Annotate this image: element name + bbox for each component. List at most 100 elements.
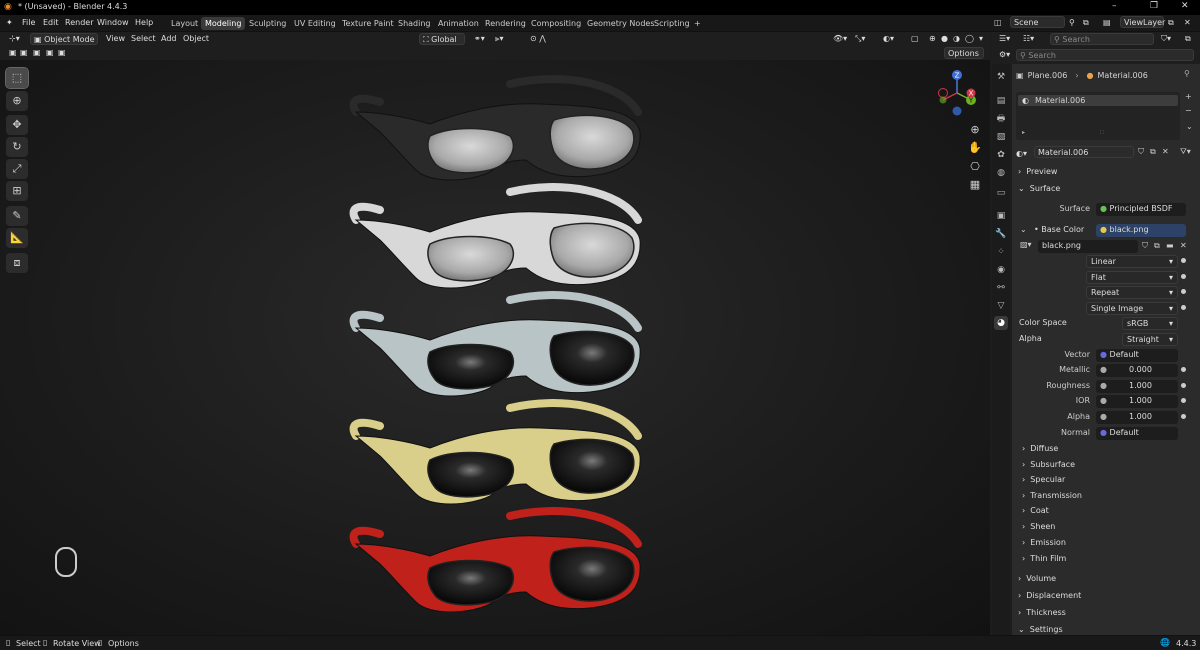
snap-icon[interactable]: ⫸▾ — [492, 33, 507, 45]
slot-expand-icon[interactable]: ▸ — [1022, 129, 1025, 136]
constraints-tab-icon[interactable]: ⚯ — [994, 281, 1008, 295]
select-mode-subtract-icon[interactable]: ▣ — [30, 47, 44, 59]
pan-hand-icon[interactable]: ✋ — [966, 140, 984, 156]
add-workspace-button[interactable]: + — [690, 17, 705, 30]
duplicate-material-icon[interactable]: ⧉ — [1150, 147, 1156, 157]
sheen-subpanel[interactable]: › Sheen — [1022, 522, 1055, 531]
sunglasses-model[interactable] — [349, 183, 642, 289]
object-mode-dropdown[interactable]: ▣ Object Mode — [30, 33, 98, 45]
tool-tab-icon[interactable]: ⚒ — [994, 70, 1008, 84]
metallic-keyframe-dot[interactable] — [1181, 367, 1186, 372]
sunglasses-scene[interactable] — [340, 72, 660, 612]
menu-render[interactable]: Render — [65, 18, 93, 27]
collection-tab-icon[interactable]: ▭ — [994, 186, 1008, 200]
3d-viewport[interactable]: ⬚ ⊕ ✥ ↻ ⤢ ⊞ ✎ 📐 ⧈ Z Y X ⊕ ✋ ⎔ ▦ — [0, 60, 990, 635]
remove-viewlayer-icon[interactable]: ✕ — [1184, 18, 1191, 27]
emission-subpanel[interactable]: › Emission — [1022, 538, 1066, 547]
roughness-field[interactable]: ● 1.000 — [1096, 380, 1178, 393]
alpha-field[interactable]: ● 1.000 — [1096, 411, 1178, 424]
roughness-keyframe-dot[interactable] — [1181, 383, 1186, 388]
node-tree-icon[interactable]: ⛛▾ — [1180, 147, 1191, 157]
scale-tool-icon[interactable]: ⤢ — [6, 159, 28, 179]
settings-panel-header[interactable]: ⌄ Settings — [1018, 625, 1063, 634]
maximize-button[interactable]: ❐ — [1150, 1, 1158, 11]
properties-editor-type-icon[interactable]: ⚙▾ — [996, 49, 1013, 61]
outliner-filter-icon[interactable]: ⛉▾ — [1158, 33, 1174, 45]
menu-file[interactable]: File — [22, 18, 35, 27]
tab-rendering[interactable]: Rendering — [481, 17, 530, 30]
pin-scene-icon[interactable]: ⚲ — [1069, 18, 1075, 27]
view-layer-tab-icon[interactable]: ▧ — [994, 130, 1008, 144]
material-tab-icon[interactable]: ◕ — [994, 316, 1008, 330]
shading-options-icon[interactable]: ▾ — [976, 33, 986, 45]
source-keyframe-dot[interactable] — [1181, 305, 1186, 310]
tab-animation[interactable]: Animation — [434, 17, 483, 30]
image-unlink-icon[interactable]: ✕ — [1180, 241, 1187, 250]
outliner-editor-type-icon[interactable]: ☰▾ — [996, 33, 1013, 45]
projection-keyframe-dot[interactable] — [1181, 274, 1186, 279]
image-fake-user-icon[interactable]: ⛉ — [1142, 241, 1148, 251]
viewlayer-icon[interactable]: ▤ — [1103, 18, 1111, 27]
network-icon[interactable]: 🌐 — [1160, 638, 1170, 647]
base-color-link-field[interactable]: ● black.png — [1096, 224, 1186, 237]
sunglasses-model[interactable] — [349, 399, 642, 505]
view-menu[interactable]: View — [103, 33, 128, 45]
unlink-material-icon[interactable]: ✕ — [1162, 147, 1169, 156]
overlay-icon[interactable]: ◐▾ — [880, 33, 897, 45]
tab-modeling[interactable]: Modeling — [201, 17, 246, 30]
fake-user-icon[interactable]: ⛉ — [1138, 147, 1144, 157]
shading-rendered-icon[interactable]: ◯ — [962, 33, 977, 45]
object-tab-icon[interactable]: ▣ — [994, 209, 1008, 223]
move-tool-icon[interactable]: ✥ — [6, 115, 28, 135]
diffuse-subpanel[interactable]: › Diffuse — [1022, 444, 1058, 453]
surface-panel-header[interactable]: ⌄ Surface — [1018, 184, 1060, 193]
tab-layout[interactable]: Layout — [167, 17, 202, 30]
menu-help[interactable]: Help — [135, 18, 153, 27]
vector-field[interactable]: ● Default — [1096, 349, 1178, 362]
cursor-tool-icon[interactable]: ⊕ — [6, 91, 28, 111]
image-name-field[interactable]: black.png — [1038, 240, 1138, 253]
alpha-mode-dropdown[interactable]: Straight ▾ — [1122, 333, 1178, 346]
sunglasses-model[interactable] — [349, 291, 642, 397]
tab-shading[interactable]: Shading — [394, 17, 435, 30]
tab-uv-editing[interactable]: UV Editing — [290, 17, 340, 30]
select-box-tool-icon[interactable]: ⬚ — [5, 67, 29, 89]
preview-panel-header[interactable]: › Preview — [1018, 167, 1057, 176]
coat-subpanel[interactable]: › Coat — [1022, 506, 1049, 515]
remove-slot-button[interactable]: − — [1185, 106, 1192, 115]
sunglasses-model[interactable] — [349, 75, 642, 181]
thin-film-subpanel[interactable]: › Thin Film — [1022, 554, 1066, 563]
transform-orientation-dropdown[interactable]: ⛶ Global — [419, 33, 465, 45]
outliner-new-collection-icon[interactable]: ⧉ — [1182, 33, 1194, 45]
select-mode-intersect-icon[interactable]: ▣ — [55, 47, 69, 59]
close-window-button[interactable]: ✕ — [1181, 1, 1189, 11]
volume-panel-header[interactable]: › Volume — [1018, 574, 1056, 583]
extension-keyframe-dot[interactable] — [1181, 289, 1186, 294]
subsurface-subpanel[interactable]: › Subsurface — [1022, 460, 1075, 469]
menu-edit[interactable]: Edit — [43, 18, 59, 27]
tab-compositing[interactable]: Compositing — [527, 17, 585, 30]
camera-view-icon[interactable]: ⎔ — [966, 159, 984, 175]
tab-texture-paint[interactable]: Texture Paint — [338, 17, 398, 30]
data-tab-icon[interactable]: ▽ — [994, 299, 1008, 313]
image-open-folder-icon[interactable]: ▬ — [1166, 241, 1174, 250]
normal-field[interactable]: ● Default — [1096, 427, 1178, 440]
render-tab-icon[interactable]: ▤ — [994, 94, 1008, 108]
zoom-icon[interactable]: ⊕ — [966, 122, 984, 138]
ior-keyframe-dot[interactable] — [1181, 398, 1186, 403]
viewlayer-selector[interactable]: ViewLayer — [1120, 16, 1165, 28]
annotate-tool-icon[interactable]: ✎ — [6, 206, 28, 226]
extension-dropdown[interactable]: Repeat ▾ — [1086, 286, 1178, 299]
slot-resize-handle[interactable]: ∷ — [1100, 129, 1104, 136]
scene-selector[interactable]: Scene — [1010, 16, 1065, 28]
add-slot-button[interactable]: + — [1185, 92, 1192, 101]
new-viewlayer-icon[interactable]: ⧉ — [1168, 18, 1174, 28]
viewport-options-button[interactable]: Options — [944, 47, 984, 59]
rotate-tool-icon[interactable]: ↻ — [6, 137, 28, 157]
outliner-filter-display-icon[interactable]: ☷▾ — [1020, 33, 1037, 45]
image-duplicate-icon[interactable]: ⧉ — [1154, 241, 1160, 251]
transform-tool-icon[interactable]: ⊞ — [6, 181, 28, 201]
shading-wireframe-icon[interactable]: ⊕ — [926, 33, 939, 45]
ior-field[interactable]: ● 1.000 — [1096, 395, 1178, 408]
world-tab-icon[interactable]: ◍ — [994, 166, 1008, 180]
